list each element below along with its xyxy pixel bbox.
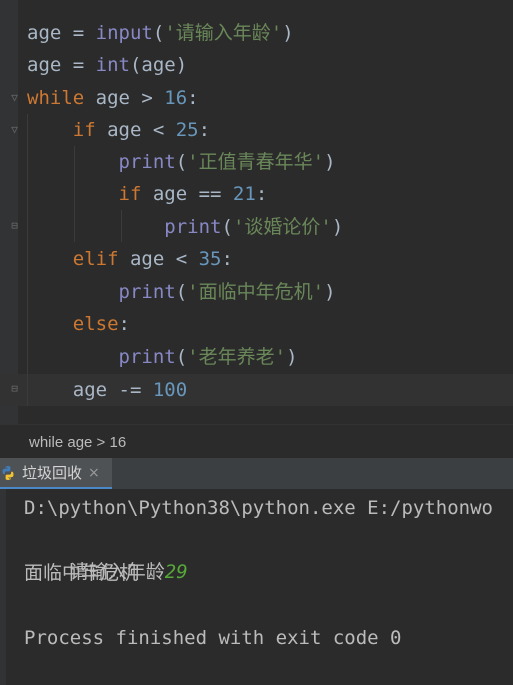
code-token: '请输入年龄'	[164, 22, 283, 44]
code-token: (age)	[129, 54, 188, 76]
code-token: =	[61, 22, 96, 44]
console-exit-line: Process finished with exit code 0	[24, 627, 402, 649]
fold-close-icon[interactable]: ⊟	[9, 382, 20, 395]
code-token: '老年养老'	[187, 346, 287, 368]
code-token: '正值青春年华'	[187, 151, 325, 173]
code-token: )	[324, 281, 336, 303]
breadcrumb-bar: while age > 16	[0, 424, 513, 458]
code-line[interactable]: age = input('请输入年龄')	[27, 17, 294, 49]
code-token: print	[118, 346, 176, 368]
close-icon[interactable]: ×	[88, 465, 100, 481]
code-token: (	[152, 22, 165, 44]
code-token: 16	[164, 87, 188, 109]
code-token: 100	[152, 379, 188, 401]
code-token: 21	[232, 183, 256, 205]
console-prompt-line: 请输入年龄29	[24, 524, 188, 583]
code-token: :	[118, 313, 130, 335]
code-token: age <	[95, 119, 176, 141]
code-token: )	[331, 216, 344, 238]
console-gutter	[0, 489, 6, 685]
run-console[interactable]: D:\python\Python38\python.exe E:/pythonw…	[0, 489, 513, 685]
breadcrumb[interactable]: while age > 16	[29, 434, 126, 451]
code-line[interactable]: print('谈婚论价')	[27, 211, 343, 243]
code-token: print	[164, 216, 222, 238]
console-user-input: 29	[164, 561, 188, 583]
fold-open-icon[interactable]: ▽	[9, 91, 20, 104]
fold-close-icon[interactable]: ⊟	[9, 219, 20, 232]
code-token: print	[118, 281, 176, 303]
code-line[interactable]: age -= 100	[27, 374, 187, 406]
code-token: input	[95, 22, 153, 44]
code-token: else	[72, 313, 119, 335]
code-line[interactable]: else:	[27, 308, 130, 340]
code-line[interactable]: print('面临中年危机')	[27, 276, 336, 308]
code-token: elif	[72, 248, 119, 270]
run-panel-header: 垃圾回收 ×	[0, 458, 513, 489]
code-token: age	[27, 54, 62, 76]
editor-gutter	[0, 0, 18, 424]
code-token: 35	[198, 248, 222, 270]
code-line[interactable]: while age > 16:	[27, 82, 199, 114]
code-token: age ==	[141, 183, 233, 205]
code-line[interactable]: age = int(age)	[27, 49, 187, 81]
code-token: :	[187, 87, 199, 109]
code-token: :	[198, 119, 211, 141]
run-tab-label: 垃圾回收	[22, 465, 83, 482]
code-line[interactable]: print('老年养老')	[27, 341, 298, 373]
code-token: :	[221, 248, 233, 270]
code-token: )	[324, 151, 336, 173]
code-line[interactable]: elif age < 35:	[27, 243, 233, 275]
code-token: 25	[175, 119, 199, 141]
code-token: while	[27, 87, 85, 109]
code-token: )	[286, 346, 298, 368]
code-line[interactable]: if age == 21:	[27, 178, 268, 210]
code-token: age <	[118, 248, 199, 270]
code-token: '谈婚论价'	[232, 216, 332, 238]
code-token: =	[61, 54, 96, 76]
tab-run-config[interactable]: 垃圾回收 ×	[0, 458, 112, 489]
code-token: age >	[84, 87, 165, 109]
fold-open-icon[interactable]: ▽	[9, 123, 20, 136]
code-line[interactable]: if age < 25:	[27, 114, 210, 146]
code-token: (	[175, 151, 188, 173]
console-output-line: 面临中年危机	[24, 562, 139, 584]
code-token: age -=	[72, 379, 153, 401]
code-token: '面临中年危机'	[187, 281, 325, 303]
code-token: (	[221, 216, 233, 238]
code-token: (	[175, 346, 188, 368]
code-token: )	[282, 22, 294, 44]
code-editor[interactable]: ▽ ▽ ⊟ ⊟ age = input('请输入年龄') age = int(ag…	[0, 0, 513, 424]
code-token: age	[27, 22, 62, 44]
code-token: print	[118, 151, 176, 173]
code-token: if	[72, 119, 96, 141]
code-token: if	[118, 183, 142, 205]
code-line[interactable]: print('正值青春年华')	[27, 146, 336, 178]
code-token: (	[175, 281, 188, 303]
code-token: :	[255, 183, 268, 205]
code-token: int	[95, 54, 130, 76]
console-command-line: D:\python\Python38\python.exe E:/pythonw…	[24, 497, 493, 519]
python-icon	[2, 465, 14, 480]
